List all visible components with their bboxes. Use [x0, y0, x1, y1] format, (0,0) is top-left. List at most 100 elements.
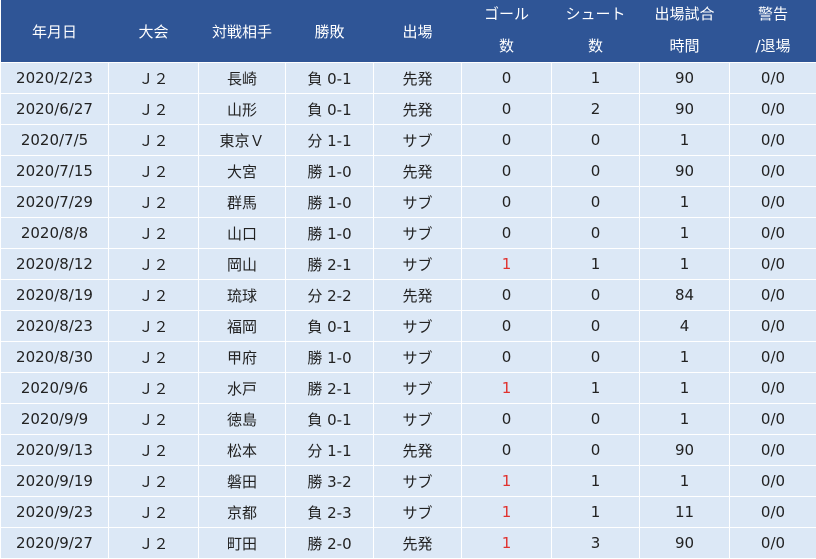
cell-result: 勝 2-1	[286, 249, 374, 280]
cell-goals: 0	[462, 404, 552, 435]
cell-shots: 0	[552, 342, 640, 373]
cell-minutes: 1	[640, 187, 730, 218]
cell-competition: Ｊ２	[109, 466, 199, 497]
cell-competition: Ｊ２	[109, 156, 199, 187]
header-cards-line1: 警告	[730, 3, 816, 25]
cell-shots: 0	[552, 404, 640, 435]
cell-date: 2020/8/8	[1, 218, 109, 249]
cell-date: 2020/9/27	[1, 528, 109, 559]
cell-cards: 0/0	[730, 63, 816, 94]
cell-cards: 0/0	[730, 218, 816, 249]
cell-result: 勝 3-2	[286, 466, 374, 497]
cell-date: 2020/7/29	[1, 187, 109, 218]
cell-result: 勝 2-1	[286, 373, 374, 404]
cell-appearance: 先発	[374, 280, 462, 311]
header-goals-line1: ゴール	[462, 3, 552, 25]
cell-minutes: 1	[640, 125, 730, 156]
cell-opponent: 水戸	[199, 373, 286, 404]
cell-appearance: サブ	[374, 311, 462, 342]
cell-goals: 1	[462, 497, 552, 528]
cell-goals: 0	[462, 311, 552, 342]
cell-goals: 0	[462, 156, 552, 187]
cell-shots: 1	[552, 249, 640, 280]
cell-minutes: 90	[640, 528, 730, 559]
cell-competition: Ｊ２	[109, 187, 199, 218]
match-stats-table: 年月日 大会 対戦相手 勝敗 出場 ゴール 数 シュート 数 出場試合	[0, 0, 816, 559]
table-row: 2020/9/19Ｊ２磐田勝 3-2サブ1110/0	[1, 466, 816, 497]
cell-competition: Ｊ２	[109, 218, 199, 249]
cell-shots: 0	[552, 435, 640, 466]
table-body: 2020/2/23Ｊ２長崎負 0-1先発01900/02020/6/27Ｊ２山形…	[1, 63, 816, 559]
cell-appearance: サブ	[374, 125, 462, 156]
cell-result: 勝 1-0	[286, 218, 374, 249]
cell-minutes: 11	[640, 497, 730, 528]
header-minutes-line1: 出場試合	[640, 3, 730, 25]
cell-appearance: サブ	[374, 218, 462, 249]
cell-shots: 0	[552, 280, 640, 311]
cell-goals: 0	[462, 125, 552, 156]
cell-appearance: サブ	[374, 187, 462, 218]
cell-minutes: 1	[640, 373, 730, 404]
table-row: 2020/9/13Ｊ２松本分 1-1先発00900/0	[1, 435, 816, 466]
cell-minutes: 90	[640, 63, 730, 94]
cell-result: 分 1-1	[286, 125, 374, 156]
table-row: 2020/8/30Ｊ２甲府勝 1-0サブ0010/0	[1, 342, 816, 373]
cell-appearance: サブ	[374, 342, 462, 373]
cell-goals: 0	[462, 218, 552, 249]
cell-shots: 1	[552, 497, 640, 528]
cell-appearance: 先発	[374, 156, 462, 187]
cell-appearance: 先発	[374, 435, 462, 466]
table-row: 2020/9/9Ｊ２徳島負 0-1サブ0010/0	[1, 404, 816, 435]
cell-shots: 1	[552, 466, 640, 497]
cell-competition: Ｊ２	[109, 63, 199, 94]
cell-appearance: サブ	[374, 249, 462, 280]
cell-minutes: 90	[640, 435, 730, 466]
cell-minutes: 1	[640, 404, 730, 435]
table-row: 2020/7/5Ｊ２東京Ｖ分 1-1サブ0010/0	[1, 125, 816, 156]
table-row: 2020/6/27Ｊ２山形負 0-1先発02900/0	[1, 94, 816, 125]
cell-date: 2020/9/23	[1, 497, 109, 528]
cell-opponent: 松本	[199, 435, 286, 466]
table-row: 2020/7/15Ｊ２大宮勝 1-0先発00900/0	[1, 156, 816, 187]
cell-competition: Ｊ２	[109, 528, 199, 559]
cell-competition: Ｊ２	[109, 125, 199, 156]
cell-opponent: 甲府	[199, 342, 286, 373]
cell-result: 勝 1-0	[286, 156, 374, 187]
cell-date: 2020/8/30	[1, 342, 109, 373]
cell-cards: 0/0	[730, 497, 816, 528]
cell-cards: 0/0	[730, 435, 816, 466]
cell-cards: 0/0	[730, 249, 816, 280]
cell-appearance: サブ	[374, 373, 462, 404]
table-row: 2020/2/23Ｊ２長崎負 0-1先発01900/0	[1, 63, 816, 94]
cell-goals: 0	[462, 342, 552, 373]
cell-result: 負 0-1	[286, 404, 374, 435]
cell-competition: Ｊ２	[109, 94, 199, 125]
cell-minutes: 90	[640, 156, 730, 187]
cell-opponent: 長崎	[199, 63, 286, 94]
cell-appearance: サブ	[374, 497, 462, 528]
table-row: 2020/9/23Ｊ２京都負 2-3サブ11110/0	[1, 497, 816, 528]
cell-result: 負 0-1	[286, 63, 374, 94]
cell-minutes: 4	[640, 311, 730, 342]
cell-result: 勝 1-0	[286, 187, 374, 218]
cell-date: 2020/2/23	[1, 63, 109, 94]
cell-opponent: 山口	[199, 218, 286, 249]
cell-shots: 1	[552, 373, 640, 404]
table-row: 2020/8/23Ｊ２福岡負 0-1サブ0040/0	[1, 311, 816, 342]
cell-cards: 0/0	[730, 187, 816, 218]
table-row: 2020/8/8Ｊ２山口勝 1-0サブ0010/0	[1, 218, 816, 249]
cell-opponent: 町田	[199, 528, 286, 559]
header-row: 年月日 大会 対戦相手 勝敗 出場 ゴール 数 シュート 数 出場試合	[1, 0, 816, 63]
cell-result: 分 1-1	[286, 435, 374, 466]
cell-date: 2020/6/27	[1, 94, 109, 125]
cell-goals: 0	[462, 187, 552, 218]
cell-shots: 0	[552, 218, 640, 249]
cell-date: 2020/9/13	[1, 435, 109, 466]
cell-appearance: サブ	[374, 404, 462, 435]
header-opponent: 対戦相手	[199, 0, 286, 63]
cell-goals: 1	[462, 373, 552, 404]
cell-minutes: 1	[640, 342, 730, 373]
header-minutes-line2: 時間	[640, 35, 730, 57]
cell-appearance: 先発	[374, 63, 462, 94]
cell-minutes: 1	[640, 466, 730, 497]
